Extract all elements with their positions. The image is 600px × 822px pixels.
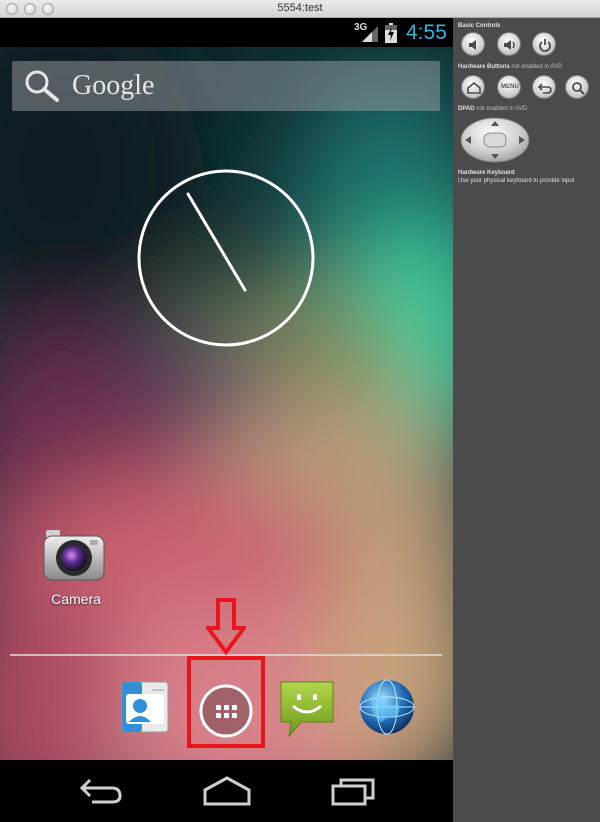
dpad-control[interactable] [460, 117, 530, 163]
hardware-buttons-heading: Hardware Buttons not enabled in AVD [458, 64, 562, 70]
home-icon [467, 81, 481, 94]
search-icon [25, 70, 59, 102]
home-hw-button[interactable] [461, 75, 485, 99]
window-title: 5554:test [277, 2, 323, 14]
menu-hw-button[interactable]: MENU [497, 75, 521, 99]
window-titlebar: 5554:test [0, 0, 600, 18]
dpad-label: DPAD [458, 106, 475, 112]
back-hw-button[interactable] [532, 75, 556, 99]
keyboard-hint: Use your physical keyboard to provide in… [458, 178, 575, 184]
signal-icon [362, 26, 378, 42]
search-hw-button[interactable] [565, 75, 589, 99]
menu-label: MENU [501, 84, 519, 90]
highlight-box-annotation [187, 656, 265, 748]
navigation-bar [0, 760, 453, 822]
battery-icon [385, 23, 397, 43]
volume-down-button[interactable] [461, 32, 485, 56]
volume-down-icon [469, 40, 476, 50]
hardware-buttons-label: Hardware Buttons [458, 64, 510, 70]
hardware-keyboard-heading: Hardware Keyboard [458, 170, 515, 176]
status-bar: 3G 4:55 [0, 18, 453, 47]
power-button[interactable] [532, 32, 556, 56]
contacts-icon[interactable] [118, 680, 172, 734]
basic-controls-heading: Basic Controls [458, 23, 501, 29]
power-icon [539, 39, 551, 52]
hardware-buttons-note: not enabled in AVD [511, 64, 563, 70]
google-search-label: Google [72, 70, 155, 101]
emulator-control-panel: Basic Controls Hardware Buttons not enab… [453, 18, 600, 822]
recent-apps-icon[interactable] [330, 774, 378, 808]
volume-up-icon [504, 40, 515, 50]
back-icon[interactable] [78, 774, 126, 808]
dpad-heading: DPAD not enabled in AVD [458, 106, 527, 112]
down-arrow-annotation [206, 598, 246, 656]
dpad-note: not enabled in AVD [476, 106, 528, 112]
google-search-bar[interactable]: Google [12, 61, 440, 111]
analog-clock-widget[interactable] [137, 169, 317, 349]
status-time: 4:55 [406, 21, 447, 44]
emulator-screen[interactable]: 3G 4:55 Google Camera [0, 18, 453, 822]
back-icon [537, 83, 552, 94]
home-icon[interactable] [202, 774, 252, 808]
camera-label: Camera [51, 591, 101, 607]
messaging-icon[interactable] [279, 680, 335, 738]
search-icon [572, 82, 585, 95]
browser-icon[interactable] [358, 678, 416, 736]
camera-icon [43, 530, 105, 581]
volume-up-button[interactable] [497, 32, 521, 56]
camera-shortcut[interactable]: Camera [40, 524, 112, 616]
